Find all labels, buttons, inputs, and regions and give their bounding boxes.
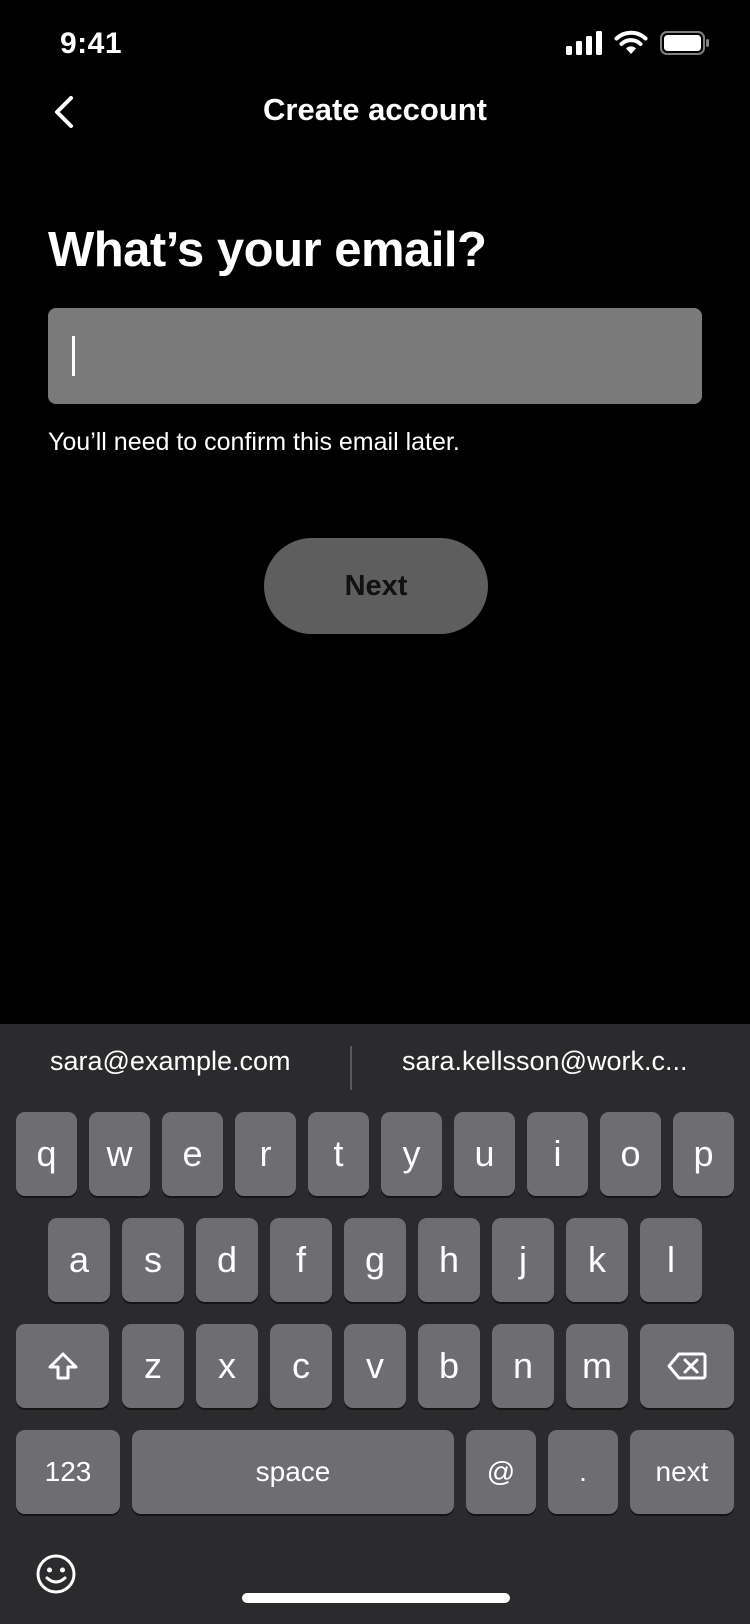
key-v[interactable]: v	[344, 1324, 406, 1408]
email-heading: What’s your email?	[48, 223, 487, 277]
key-j[interactable]: j	[492, 1218, 554, 1302]
shift-key[interactable]	[16, 1324, 109, 1408]
suggestion-divider	[350, 1046, 352, 1090]
suggestion-2[interactable]: sara.kellsson@work.c...	[402, 1046, 688, 1077]
key-r[interactable]: r	[235, 1112, 296, 1196]
wifi-icon	[614, 30, 648, 54]
keyboard-suggestions: sara@example.com sara.kellsson@work.c...	[0, 1024, 750, 1112]
key-t[interactable]: t	[308, 1112, 369, 1196]
key-q[interactable]: q	[16, 1112, 77, 1196]
status-icons	[566, 30, 710, 55]
keyboard: sara@example.com sara.kellsson@work.c...…	[0, 1024, 750, 1624]
key-o[interactable]: o	[600, 1112, 661, 1196]
key-f[interactable]: f	[270, 1218, 332, 1302]
delete-key[interactable]	[640, 1324, 734, 1408]
key-b[interactable]: b	[418, 1324, 480, 1408]
battery-icon	[660, 30, 709, 55]
key-s[interactable]: s	[122, 1218, 184, 1302]
key-u[interactable]: u	[454, 1112, 515, 1196]
key-e[interactable]: e	[162, 1112, 223, 1196]
home-indicator	[242, 1593, 510, 1603]
next-button[interactable]: Next	[264, 538, 488, 634]
key-k[interactable]: k	[566, 1218, 628, 1302]
backspace-icon	[667, 1352, 707, 1380]
key-a[interactable]: a	[48, 1218, 110, 1302]
next-key[interactable]: next	[630, 1430, 734, 1514]
dot-key[interactable]: .	[548, 1430, 618, 1514]
numbers-key[interactable]: 123	[16, 1430, 120, 1514]
key-i[interactable]: i	[527, 1112, 588, 1196]
nav-bar: Create account	[0, 80, 750, 144]
space-key[interactable]: space	[132, 1430, 454, 1514]
status-time: 9:41	[60, 27, 123, 60]
suggestion-1[interactable]: sara@example.com	[50, 1046, 291, 1077]
key-c[interactable]: c	[270, 1324, 332, 1408]
key-x[interactable]: x	[196, 1324, 258, 1408]
signal-icon	[566, 30, 602, 55]
key-w[interactable]: w	[89, 1112, 150, 1196]
email-input[interactable]	[48, 308, 702, 404]
key-l[interactable]: l	[640, 1218, 702, 1302]
email-helper-text: You’ll need to confirm this email later.	[48, 428, 460, 456]
text-caret	[72, 336, 75, 376]
key-y[interactable]: y	[381, 1112, 442, 1196]
key-g[interactable]: g	[344, 1218, 406, 1302]
emoji-button[interactable]	[34, 1552, 78, 1596]
status-bar: 9:41	[0, 0, 750, 92]
key-z[interactable]: z	[122, 1324, 184, 1408]
key-m[interactable]: m	[566, 1324, 628, 1408]
key-n[interactable]: n	[492, 1324, 554, 1408]
at-key[interactable]: @	[466, 1430, 536, 1514]
page-title: Create account	[263, 92, 487, 127]
emoji-icon	[36, 1554, 76, 1594]
key-p[interactable]: p	[673, 1112, 734, 1196]
key-d[interactable]: d	[196, 1218, 258, 1302]
shift-icon	[48, 1352, 77, 1380]
key-h[interactable]: h	[418, 1218, 480, 1302]
